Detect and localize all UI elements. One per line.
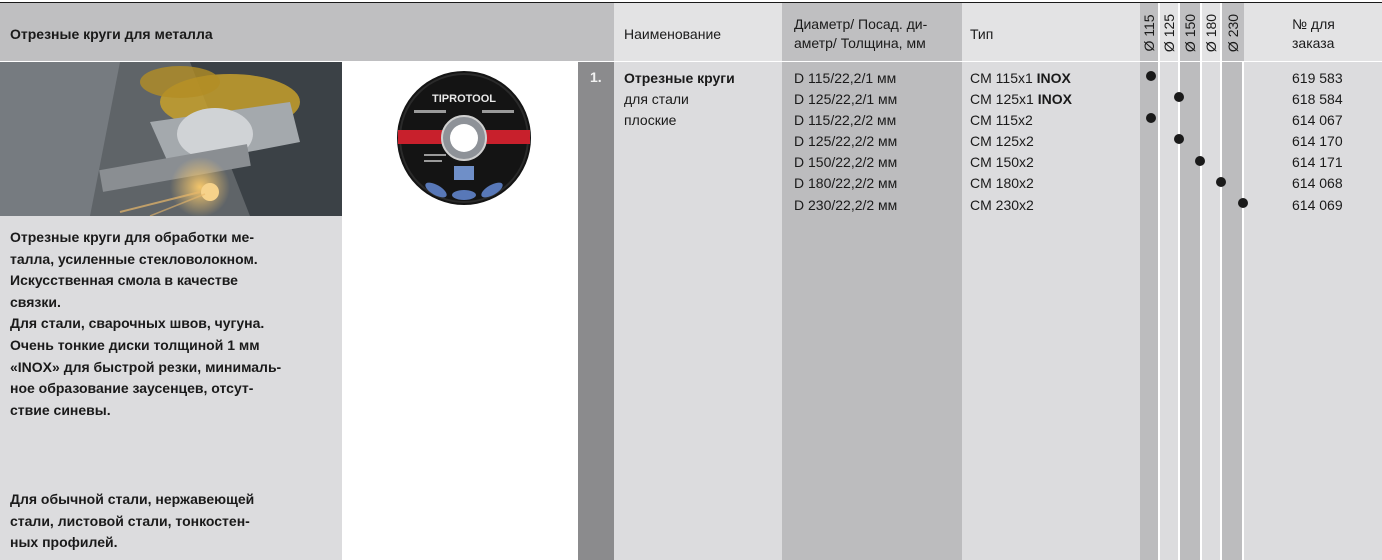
type-bold-suffix: INOX <box>1036 70 1071 86</box>
type-value: CM 150x2 <box>970 154 1034 171</box>
description-line: ствие синевы. <box>10 401 111 418</box>
description-line: стали, листовой стали, тонкостен- <box>10 512 250 529</box>
order-number: 614 069 <box>1292 196 1343 213</box>
header-diameter-150: Ø 150 <box>1182 13 1198 53</box>
description-line: «INOX» для быстрой резки, минималь- <box>10 358 282 375</box>
column-divider <box>1242 62 1244 560</box>
diameter-column-115 <box>1140 62 1160 560</box>
type-bold-suffix: INOX <box>1037 91 1072 108</box>
dimension-value: D 150/22,2/2 мм <box>794 154 898 171</box>
header-dimensions-line1: Диаметр/ Посад. ди- <box>794 16 928 32</box>
header-diameter-115: Ø 115 <box>1141 14 1157 52</box>
description-line: связки. <box>10 293 61 310</box>
diameter-column-180 <box>1202 62 1222 560</box>
order-number: 614 068 <box>1292 175 1343 192</box>
dimension-value: D 115/22,2/2 мм <box>794 112 897 129</box>
order-list: 619 583 618 584 614 067 614 170 614 171 … <box>1292 68 1343 216</box>
description-line: Искусственная смола в качестве <box>10 272 238 289</box>
description-line: талла, усиленные стекловолокном. <box>10 250 258 267</box>
section-title: Отрезные круги для металла <box>10 26 213 42</box>
header-dimensions: Диаметр/ Посад. ди- аметр/ Толщина, мм <box>794 15 927 53</box>
diameter-dot <box>1195 156 1205 166</box>
product-name-title: Отрезные круги <box>624 70 735 86</box>
description-line: ных профилей. <box>10 534 118 551</box>
order-number: 614 067 <box>1292 112 1343 129</box>
dimension-value: D 125/22,2/1 мм <box>794 91 898 108</box>
description-line: Для стали, сварочных швов, чугуна. <box>10 315 265 332</box>
type-value: CM 180x2 <box>970 175 1034 192</box>
cutting-disc-image: TIPROTOOL <box>396 70 532 206</box>
column-divider <box>1158 62 1160 560</box>
header-diameter-125: Ø 125 <box>1161 13 1177 53</box>
type-value: CM 125x2 <box>970 133 1034 150</box>
name-column <box>614 62 782 560</box>
dimensions-list: D 115/22,2/1 мм D 125/22,2/1 мм D 115/22… <box>794 68 897 216</box>
diameter-dot <box>1174 134 1184 144</box>
angle-grinder-photo <box>0 62 342 216</box>
item-number: 1. <box>590 69 602 85</box>
dimension-value: D 180/22,2/2 мм <box>794 175 898 192</box>
type-value: CM 230x2 <box>970 196 1034 213</box>
diameter-dot <box>1238 198 1248 208</box>
diameter-dot <box>1146 113 1156 123</box>
order-number: 619 583 <box>1292 70 1343 86</box>
order-number: 614 171 <box>1292 154 1343 171</box>
type-value: CM 115x1 INOX <box>970 70 1071 86</box>
description-line: Для обычной стали, нержавеющей <box>10 491 255 507</box>
item-number-column <box>578 62 614 560</box>
dimension-value: D 125/22,2/2 мм <box>794 133 898 150</box>
type-value: CM 115x2 <box>970 112 1033 129</box>
header-order: № для заказа <box>1292 15 1335 53</box>
description-line: Очень тонкие диски толщиной 1 мм <box>10 336 260 353</box>
header-order-line2: заказа <box>1292 35 1335 51</box>
description-paragraph-1: Отрезные круги для обработки ме- талла, … <box>10 227 335 421</box>
cutting-disc-graphic: TIPROTOOL <box>397 71 531 205</box>
header-name: Наименование <box>624 26 722 42</box>
header-diameter-180: Ø 180 <box>1203 13 1219 53</box>
order-number: 618 584 <box>1292 91 1343 108</box>
order-number: 614 170 <box>1292 133 1343 150</box>
product-name: Отрезные круги для стали плоские <box>624 68 735 131</box>
disc-brand-label: TIPROTOOL <box>432 93 496 105</box>
diameter-dot <box>1174 92 1184 102</box>
description-line: ное образование заусенцев, отсут- <box>10 380 254 397</box>
diameter-dot <box>1146 71 1156 81</box>
header-type: Тип <box>970 26 994 42</box>
product-photo <box>0 62 342 216</box>
header-diameter-230: Ø 230 <box>1225 13 1241 53</box>
type-list: CM 115x1 INOX CM 125x1 INOX CM 115x2 CM … <box>970 68 1072 216</box>
type-value: CM 125x1 INOX <box>970 91 1072 108</box>
header-dimensions-line2: аметр/ Толщина, мм <box>794 35 926 51</box>
dimension-value: D 230/22,2/2 мм <box>794 196 898 213</box>
product-name-line2: для стали <box>624 91 689 107</box>
column-divider <box>1200 62 1202 560</box>
dimension-value: D 115/22,2/1 мм <box>794 70 897 86</box>
diameter-dot <box>1216 177 1226 187</box>
description-paragraph-2: Для обычной стали, нержавеющей стали, ли… <box>10 489 335 554</box>
diameter-column-230 <box>1222 62 1244 560</box>
description-line: Отрезные круги для обработки ме- <box>10 229 255 245</box>
product-name-line3: плоские <box>624 112 677 128</box>
header-order-line1: № для <box>1292 16 1335 32</box>
column-divider <box>1220 62 1222 560</box>
